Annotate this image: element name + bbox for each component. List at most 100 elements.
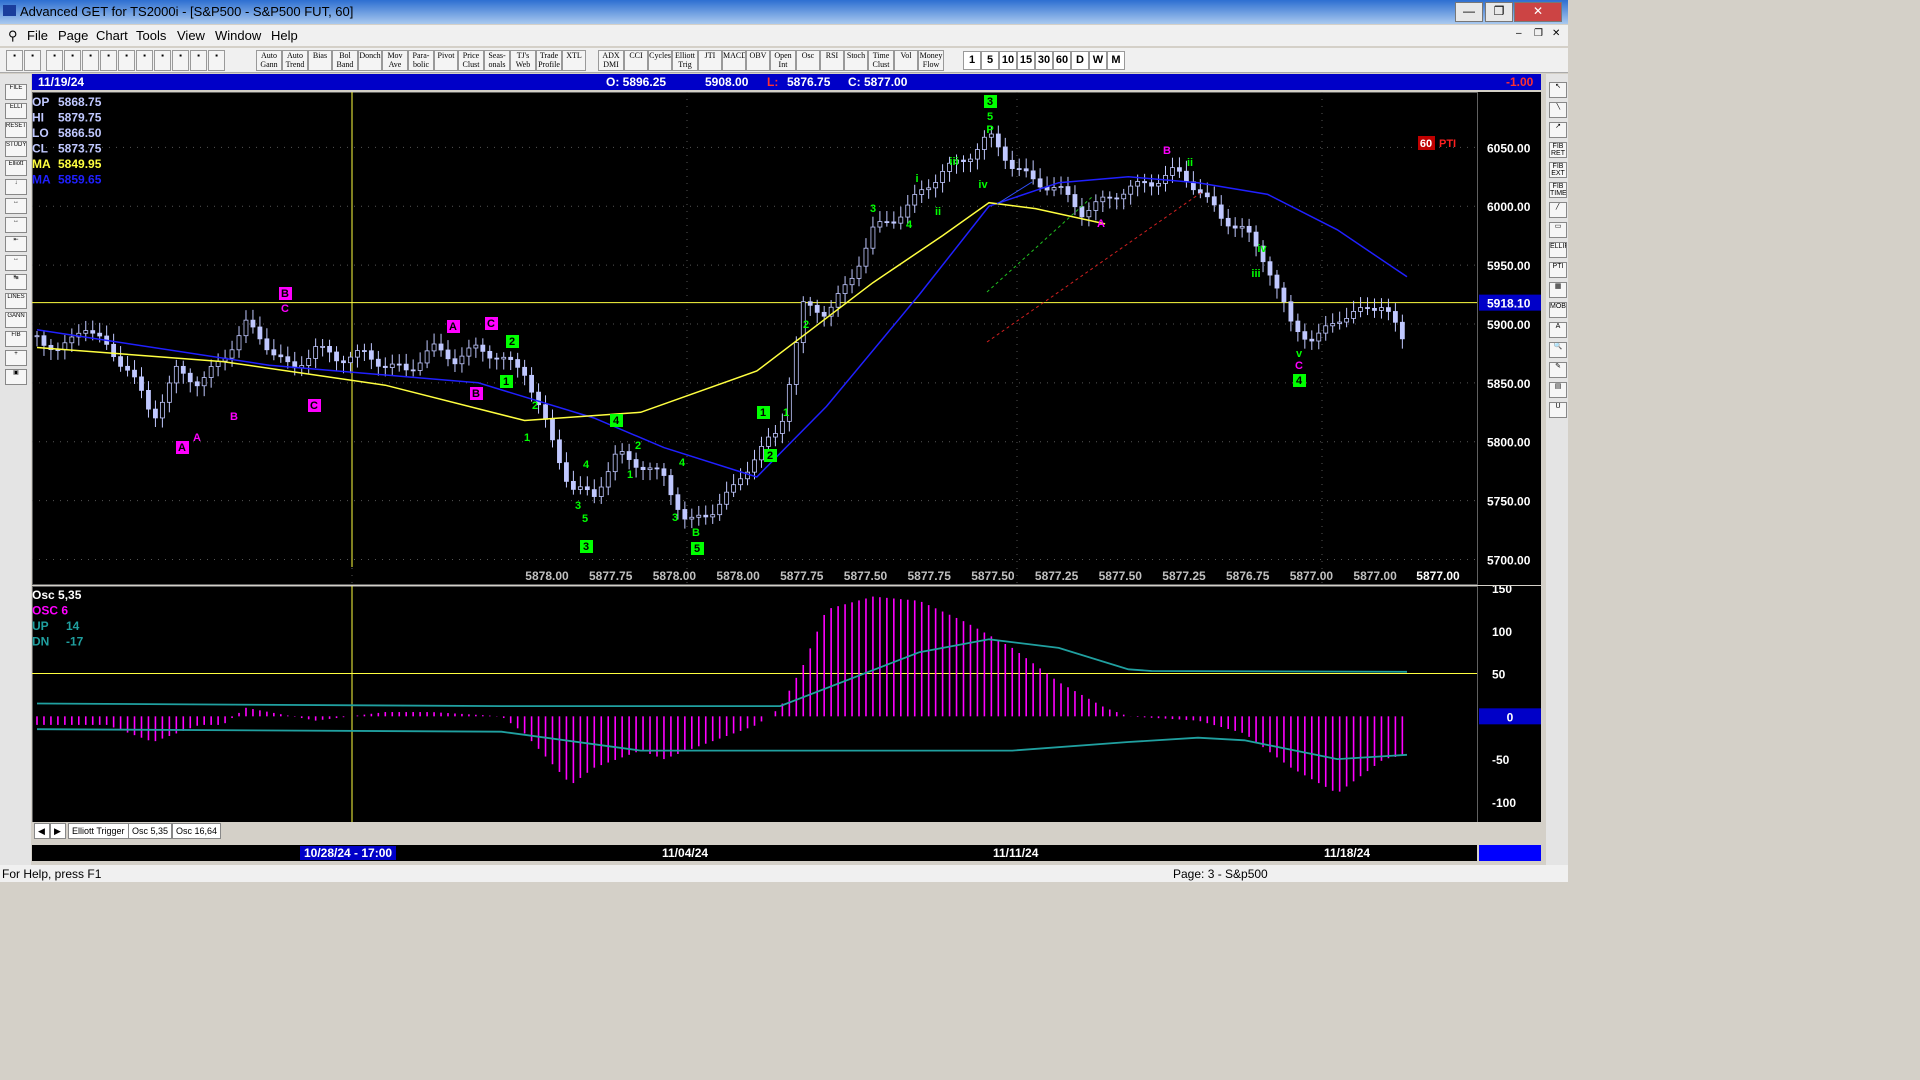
interval-button[interactable]: 1: [963, 51, 981, 70]
right-tool-button[interactable]: ╱: [1549, 202, 1567, 218]
menu-icon[interactable]: ⚲: [8, 28, 18, 44]
right-tool-button[interactable]: FIB TIME: [1549, 182, 1567, 198]
drawing-tool-button[interactable]: ↔: [5, 198, 27, 214]
menu-view[interactable]: View: [177, 28, 205, 43]
study-button[interactable]: Mov Ave: [382, 50, 408, 71]
toolbar-icon-button[interactable]: ▪: [136, 50, 153, 71]
right-tool-button[interactable]: MOB: [1549, 302, 1567, 318]
study-button[interactable]: Bias: [308, 50, 332, 71]
tab-elliott-trigger[interactable]: Elliott Trigger: [68, 823, 129, 839]
study-button[interactable]: RSI: [820, 50, 844, 71]
right-tool-button[interactable]: ▤: [1549, 382, 1567, 398]
right-tool-button[interactable]: ✎: [1549, 362, 1567, 378]
study-button[interactable]: Time Clust: [868, 50, 894, 71]
interval-button[interactable]: 30: [1035, 51, 1053, 70]
price-chart[interactable]: AABBCCABC2121435342143B51 12234iiiiiiiv35…: [32, 92, 1541, 585]
study-button[interactable]: Osc: [796, 50, 820, 71]
toolbar-icon-button[interactable]: ▪: [100, 50, 117, 71]
right-tool-button[interactable]: ELLIPS: [1549, 242, 1567, 258]
study-button[interactable]: ADX DMI: [598, 50, 624, 71]
price-chart-panel[interactable]: A A B B C C A B C 2 1 2 1 4 3 5 3 4 2 1 4 3 B 5 1 1 2 2 3 4 i ii iii iv 3 5…: [32, 92, 1541, 585]
interval-button[interactable]: M: [1107, 51, 1125, 70]
study-button[interactable]: Vol: [894, 50, 918, 71]
drawing-tool-button[interactable]: ↔: [5, 217, 27, 233]
interval-button[interactable]: 60: [1053, 51, 1071, 70]
study-button[interactable]: Auto Trend: [282, 50, 308, 71]
drawing-tool-button[interactable]: LINES: [5, 293, 27, 309]
study-button[interactable]: Money Flow: [918, 50, 944, 71]
menu-tools[interactable]: Tools: [136, 28, 166, 43]
right-tool-button[interactable]: ╲: [1549, 102, 1567, 118]
study-button[interactable]: CCI: [624, 50, 648, 71]
drawing-tool-button[interactable]: GANN: [5, 312, 27, 328]
right-tool-button[interactable]: ▭: [1549, 222, 1567, 238]
toolbar-icon-button[interactable]: ▪: [154, 50, 171, 71]
drawing-tool-button[interactable]: ↹: [5, 274, 27, 290]
tab-scroll-right[interactable]: ▶: [50, 823, 66, 839]
mdi-restore-button[interactable]: ❐: [1534, 28, 1543, 39]
right-tool-button[interactable]: FIB RET: [1549, 142, 1567, 158]
drawing-tool-button[interactable]: FILE: [5, 84, 27, 100]
right-tool-button[interactable]: ↗: [1549, 122, 1567, 138]
interval-button[interactable]: D: [1071, 51, 1089, 70]
study-button[interactable]: JTI: [698, 50, 722, 71]
study-button[interactable]: Pivot: [434, 50, 458, 71]
date-scroll-thumb[interactable]: [1479, 845, 1541, 861]
toolbar-icon-button[interactable]: ▪: [208, 50, 225, 71]
toolbar-icon-button[interactable]: ▪: [82, 50, 99, 71]
study-button[interactable]: Para-bolic: [408, 50, 434, 71]
study-button[interactable]: Bol Band: [332, 50, 358, 71]
oscillator-panel[interactable]: Osc 5,35 OSC 6 UP 14 DN -17 150 100 50 0 -50 -100: [32, 582, 1541, 823]
study-button[interactable]: Price Clust: [458, 50, 484, 71]
toolbar-icon-button[interactable]: ▪: [64, 50, 81, 71]
tab-scroll-left[interactable]: ◀: [34, 823, 50, 839]
mdi-close-button[interactable]: ✕: [1552, 28, 1560, 39]
interval-button[interactable]: 15: [1017, 51, 1035, 70]
right-tool-button[interactable]: ▦: [1549, 282, 1567, 298]
mdi-minimize-button[interactable]: –: [1516, 28, 1522, 39]
toolbar-icon-button[interactable]: ▪: [172, 50, 189, 71]
tab-osc-5-35[interactable]: Osc 5,35: [128, 823, 173, 839]
right-tool-button[interactable]: U: [1549, 402, 1567, 418]
interval-button[interactable]: 10: [999, 51, 1017, 70]
toolbar-icon-button[interactable]: ▪: [24, 50, 41, 71]
toolbar-icon-button[interactable]: ▪: [190, 50, 207, 71]
right-tool-button[interactable]: PTI: [1549, 262, 1567, 278]
drawing-tool-button[interactable]: RESET: [5, 122, 27, 138]
oscillator-chart[interactable]: Osc 5,35 OSC 6UP 14 DN -17 150 100 50 0 -50 -100: [32, 582, 1541, 823]
study-button[interactable]: Open Int: [770, 50, 796, 71]
right-tool-button[interactable]: 🔍: [1549, 342, 1567, 358]
menu-page[interactable]: Page: [58, 28, 88, 43]
study-button[interactable]: Stoch: [844, 50, 868, 71]
menu-file[interactable]: File: [27, 28, 48, 43]
drawing-tool-button[interactable]: ▣: [5, 369, 27, 385]
drawing-tool-button[interactable]: ELLI: [5, 103, 27, 119]
menu-chart[interactable]: Chart: [96, 28, 128, 43]
study-button[interactable]: Trade Profile: [536, 50, 562, 71]
toolbar-icon-button[interactable]: ▪: [6, 50, 23, 71]
study-button[interactable]: Elliott Trig: [672, 50, 698, 71]
minimize-button[interactable]: —: [1455, 2, 1483, 22]
study-button[interactable]: TJ's Web: [510, 50, 536, 71]
drawing-tool-button[interactable]: FIB: [5, 331, 27, 347]
toolbar-icon-button[interactable]: ▪: [46, 50, 63, 71]
study-button[interactable]: MACD: [722, 50, 746, 71]
tab-osc-16-64[interactable]: Osc 16,64: [172, 823, 222, 839]
toolbar-icon-button[interactable]: ▪: [118, 50, 135, 71]
menu-window[interactable]: Window: [215, 28, 261, 43]
maximize-button[interactable]: ❐: [1485, 2, 1513, 22]
drawing-tool-button[interactable]: Elliott: [5, 160, 27, 176]
interval-button[interactable]: 5: [981, 51, 999, 70]
interval-button[interactable]: W: [1089, 51, 1107, 70]
menu-help[interactable]: Help: [271, 28, 298, 43]
right-tool-button[interactable]: FIB EXT: [1549, 162, 1567, 178]
study-button[interactable]: Auto Gann: [256, 50, 282, 71]
right-tool-button[interactable]: ↖: [1549, 82, 1567, 98]
right-tool-button[interactable]: A: [1549, 322, 1567, 338]
drawing-tool-button[interactable]: ⇤: [5, 236, 27, 252]
drawing-tool-button[interactable]: STUDY: [5, 141, 27, 157]
study-button[interactable]: OBV: [746, 50, 770, 71]
close-button[interactable]: ✕: [1514, 2, 1562, 22]
study-button[interactable]: Cycles: [648, 50, 672, 71]
drawing-tool-button[interactable]: ↔: [5, 255, 27, 271]
